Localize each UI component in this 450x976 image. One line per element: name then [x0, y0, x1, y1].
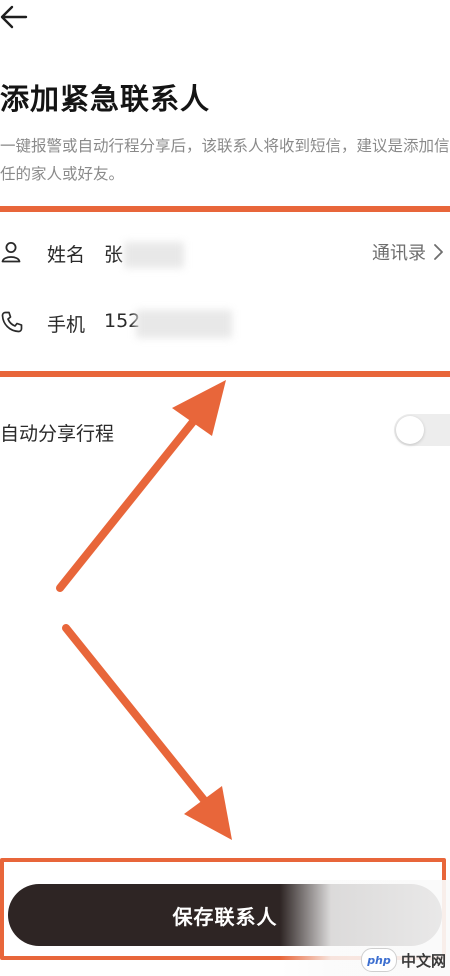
emergency-contact-page: 添加紧急联系人 一键报警或自动行程分享后，该联系人将收到短信，建议是添加信任的家…: [0, 0, 450, 976]
save-contact-label: 保存联系人: [172, 904, 278, 929]
highlight-line-top: [0, 206, 450, 212]
arrow-left-icon: [0, 5, 28, 29]
page-description: 一键报警或自动行程分享后，该联系人将收到短信，建议是添加信任的家人或好友。: [0, 137, 450, 183]
name-value[interactable]: 张: [104, 240, 123, 267]
watermark-text: 中文网: [400, 951, 446, 970]
phone-icon: [0, 310, 24, 334]
toggle-knob: [396, 416, 424, 444]
contacts-link[interactable]: 通讯录: [372, 236, 444, 268]
phone-row[interactable]: 手机 152: [0, 298, 450, 348]
auto-share-label: 自动分享行程: [0, 423, 115, 445]
arrow-down-annotation: [62, 624, 232, 840]
arrow-up-annotation: [56, 380, 226, 592]
name-label: 姓名: [47, 244, 86, 266]
contacts-label: 通讯录: [372, 243, 426, 264]
auto-share-toggle[interactable]: [394, 414, 450, 446]
user-icon: [0, 240, 24, 264]
redaction-blur: [136, 310, 232, 338]
phone-value[interactable]: 152: [104, 310, 140, 332]
chevron-right-icon: [434, 244, 443, 260]
phone-label: 手机: [47, 314, 86, 336]
page-title: 添加紧急联系人: [0, 82, 211, 116]
name-row[interactable]: 姓名 张 通讯录: [0, 228, 450, 278]
watermark-badge: php: [360, 948, 397, 972]
highlight-line-bottom: [0, 371, 450, 377]
back-button[interactable]: [0, 4, 36, 32]
watermark: php 中文网: [360, 948, 446, 972]
redaction-blur: [124, 242, 184, 268]
